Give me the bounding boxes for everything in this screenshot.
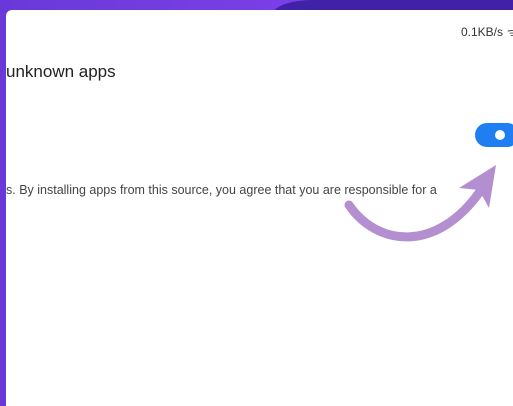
wifi-icon: ᯤ xyxy=(507,26,513,39)
settings-screen: 0.1KB/s ᯤ unknown apps s. By installing … xyxy=(6,10,513,406)
page-title: unknown apps xyxy=(6,62,116,81)
status-bar: 0.1KB/s ᯤ xyxy=(461,22,513,42)
allow-unknown-apps-toggle[interactable] xyxy=(475,123,513,147)
curved-arrow-icon xyxy=(344,165,496,242)
toggle-knob xyxy=(495,130,505,140)
network-speed: 0.1KB/s xyxy=(460,25,503,39)
